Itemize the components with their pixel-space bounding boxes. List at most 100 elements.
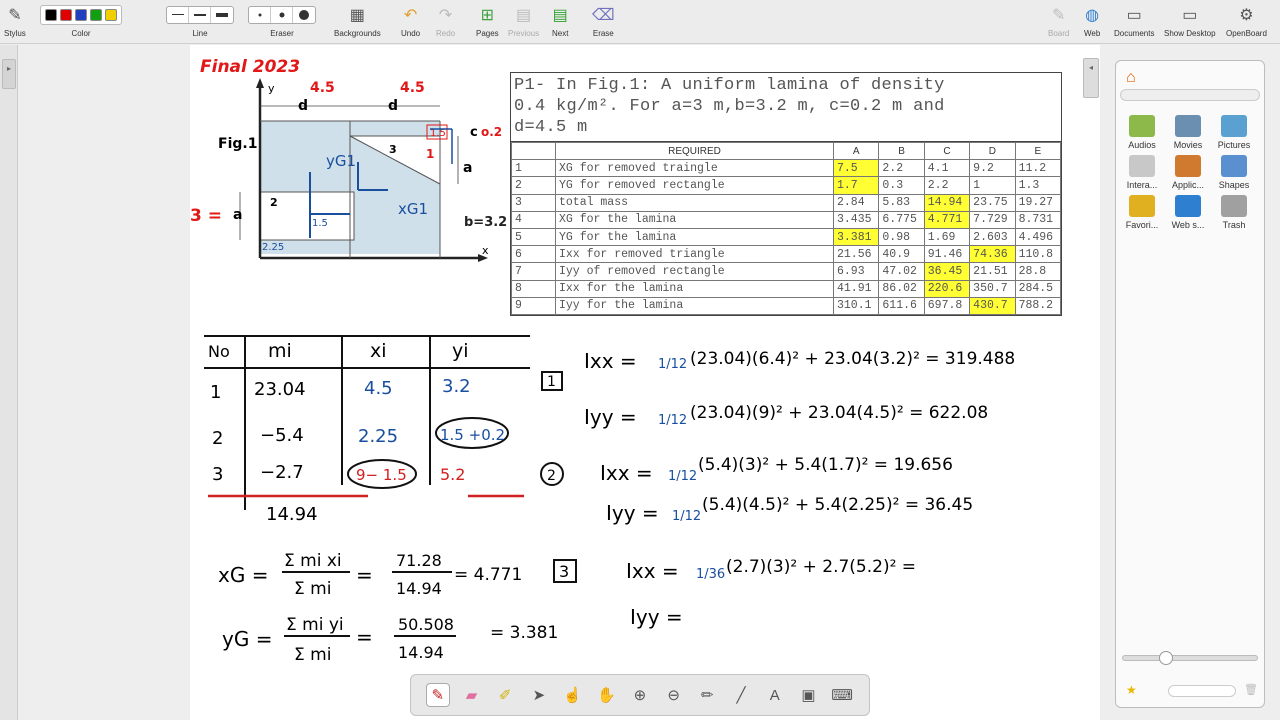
xg-value-denominator: 14.94 bbox=[396, 579, 442, 598]
table-cell: 220.6 bbox=[923, 279, 971, 298]
eraser-size-segments bbox=[248, 6, 316, 24]
eraser-large-icon[interactable] bbox=[293, 7, 315, 23]
red-dim-4-5-left: 4.5 bbox=[310, 80, 335, 96]
table-cell: 8 bbox=[511, 279, 556, 298]
pen-icon[interactable]: ✎ bbox=[425, 683, 450, 707]
library-item[interactable]: Web s... bbox=[1166, 195, 1210, 230]
eq1-ixx-fraction: 1/12 bbox=[658, 357, 687, 372]
table-cell: 9 bbox=[511, 296, 556, 315]
openboard-button[interactable]: ⚙ OpenBoard bbox=[1226, 4, 1267, 38]
interact-hand-icon[interactable]: ☝ bbox=[561, 683, 585, 707]
zoom-in-icon[interactable]: ⊕ bbox=[628, 683, 652, 707]
table-cell: 430.7 bbox=[969, 296, 1016, 315]
table-row: 6 Ixx for removed triangle 21.56 40.9 91.46 7… bbox=[511, 245, 1062, 264]
table-cell: Ixx for the lamina bbox=[555, 279, 834, 298]
tag-2: 2 bbox=[547, 468, 556, 484]
library-item[interactable]: Audios bbox=[1120, 115, 1164, 150]
redo-button[interactable]: ↷ Redo bbox=[436, 4, 455, 38]
library-item[interactable]: Pictures bbox=[1212, 115, 1256, 150]
keyboard-icon[interactable]: ⌨ bbox=[830, 683, 854, 707]
board-button[interactable]: ✎ Board bbox=[1048, 4, 1069, 38]
selector-icon[interactable]: ➤ bbox=[527, 683, 551, 707]
x-axis-label: x bbox=[482, 244, 489, 257]
row-3-xi: 9− 1.5 bbox=[356, 466, 407, 484]
next-button[interactable]: ▤ Next bbox=[552, 4, 568, 38]
table-cell: 1.7 bbox=[832, 176, 880, 195]
library-item[interactable]: Favori... bbox=[1120, 195, 1164, 230]
table-cell: 5.83 bbox=[878, 193, 925, 212]
column-header: E bbox=[1014, 141, 1062, 161]
stylus-button[interactable]: ✎ Stylus bbox=[4, 4, 26, 38]
yg-label: yG = bbox=[222, 627, 272, 651]
xg-formula-numerator: Σ mi xi bbox=[284, 551, 342, 571]
backgrounds-label: Backgrounds bbox=[334, 29, 381, 38]
blue-xg1-label: xG1 bbox=[398, 200, 428, 218]
interactive-folder-icon bbox=[1129, 155, 1155, 177]
eraser-small-icon[interactable] bbox=[249, 7, 271, 23]
left-dock-toggle[interactable]: ▸ bbox=[2, 59, 16, 89]
eraser-size-picker[interactable]: Eraser bbox=[248, 4, 316, 38]
color-swatch[interactable] bbox=[45, 9, 57, 21]
library-item[interactable]: Movies bbox=[1166, 115, 1210, 150]
show-desktop-button[interactable]: ▭ Show Desktop bbox=[1164, 4, 1216, 38]
library-item[interactable]: Shapes bbox=[1212, 155, 1256, 190]
text-tool-icon[interactable]: A bbox=[763, 683, 787, 707]
pages-button[interactable]: ⊞ Pages bbox=[476, 4, 499, 38]
zoom-out-icon[interactable]: ⊖ bbox=[662, 683, 686, 707]
favorite-star-icon[interactable]: ★ bbox=[1126, 683, 1137, 697]
library-search-input[interactable] bbox=[1168, 685, 1236, 697]
row-1-mi: 23.04 bbox=[254, 379, 306, 400]
library-path-scrollbar[interactable] bbox=[1120, 89, 1260, 101]
table-row: 5 YG for the lamina 3.381 0.98 1.69 2.603 4.49… bbox=[511, 227, 1062, 247]
dimension-b: b=3.2 bbox=[464, 215, 507, 230]
table-row: 9 Iyy for the lamina 310.1 611.6 697.8 430.7 7… bbox=[511, 296, 1062, 315]
delete-icon[interactable]: 🗑 bbox=[1244, 683, 1258, 696]
library-item[interactable]: Applic... bbox=[1166, 155, 1210, 190]
gear-icon: ⚙ bbox=[1239, 7, 1254, 24]
line-thick-icon[interactable] bbox=[211, 7, 233, 23]
color-swatch[interactable] bbox=[90, 9, 102, 21]
highlighter-icon[interactable]: ✐ bbox=[493, 683, 517, 707]
top-toolbar: ✎ Stylus Color Line Eraser ▦ Backgrounds… bbox=[0, 0, 1280, 44]
slider-handle[interactable] bbox=[1159, 651, 1173, 665]
library-item-label: Applic... bbox=[1171, 180, 1204, 190]
table-cell: 2 bbox=[511, 176, 556, 195]
table-cell: 41.91 bbox=[832, 279, 880, 298]
library-toggle[interactable]: ◂ bbox=[1083, 58, 1099, 98]
erase-button[interactable]: ⌫ Erase bbox=[592, 4, 615, 38]
color-label: Color bbox=[71, 29, 91, 38]
line-medium-icon[interactable] bbox=[189, 7, 211, 23]
color-swatch[interactable] bbox=[105, 9, 117, 21]
row-3-no: 3 bbox=[212, 464, 223, 485]
eraser-medium-icon[interactable] bbox=[271, 7, 293, 23]
line-width-picker[interactable]: Line bbox=[166, 4, 234, 38]
final-2023-note: Final 2023 bbox=[200, 57, 300, 77]
table-cell: 2.603 bbox=[969, 227, 1016, 247]
eq1-iyy-expression: (23.04)(9)² + 23.04(4.5)² = 622.08 bbox=[690, 403, 988, 423]
library-item[interactable]: Intera... bbox=[1120, 155, 1164, 190]
required-values-table: REQUIRED A B C D E 1 XG for removed traingle 7.… bbox=[511, 141, 1062, 315]
laser-pointer-icon[interactable]: ✏ bbox=[695, 683, 719, 707]
documents-button[interactable]: ▭ Documents bbox=[1114, 4, 1154, 38]
line-width-segments bbox=[166, 6, 234, 24]
pan-hand-icon[interactable]: ✋ bbox=[594, 683, 618, 707]
color-swatch[interactable] bbox=[75, 9, 87, 21]
library-item[interactable]: Trash bbox=[1212, 195, 1256, 230]
color-swatch[interactable] bbox=[60, 9, 72, 21]
eraser-icon[interactable]: ▰ bbox=[460, 683, 484, 707]
home-icon[interactable]: ⌂ bbox=[1126, 69, 1136, 87]
undo-button[interactable]: ↶ Undo bbox=[401, 4, 420, 38]
previous-button[interactable]: ▤ Previous bbox=[508, 4, 539, 38]
thumbnail-size-slider[interactable] bbox=[1122, 651, 1258, 665]
backgrounds-button[interactable]: ▦ Backgrounds bbox=[334, 4, 381, 38]
line-thin-icon[interactable] bbox=[167, 7, 189, 23]
web-button[interactable]: ◍ Web bbox=[1084, 4, 1100, 38]
capture-icon[interactable]: ▣ bbox=[796, 683, 820, 707]
line-tool-icon[interactable]: ╱ bbox=[729, 683, 753, 707]
show-desktop-label: Show Desktop bbox=[1164, 29, 1216, 38]
library-item-label: Intera... bbox=[1126, 180, 1158, 190]
table-cell: 91.46 bbox=[923, 245, 971, 264]
color-picker[interactable]: Color bbox=[40, 4, 122, 38]
table-cell: 1 bbox=[511, 159, 556, 178]
table-cell: 284.5 bbox=[1014, 279, 1062, 298]
